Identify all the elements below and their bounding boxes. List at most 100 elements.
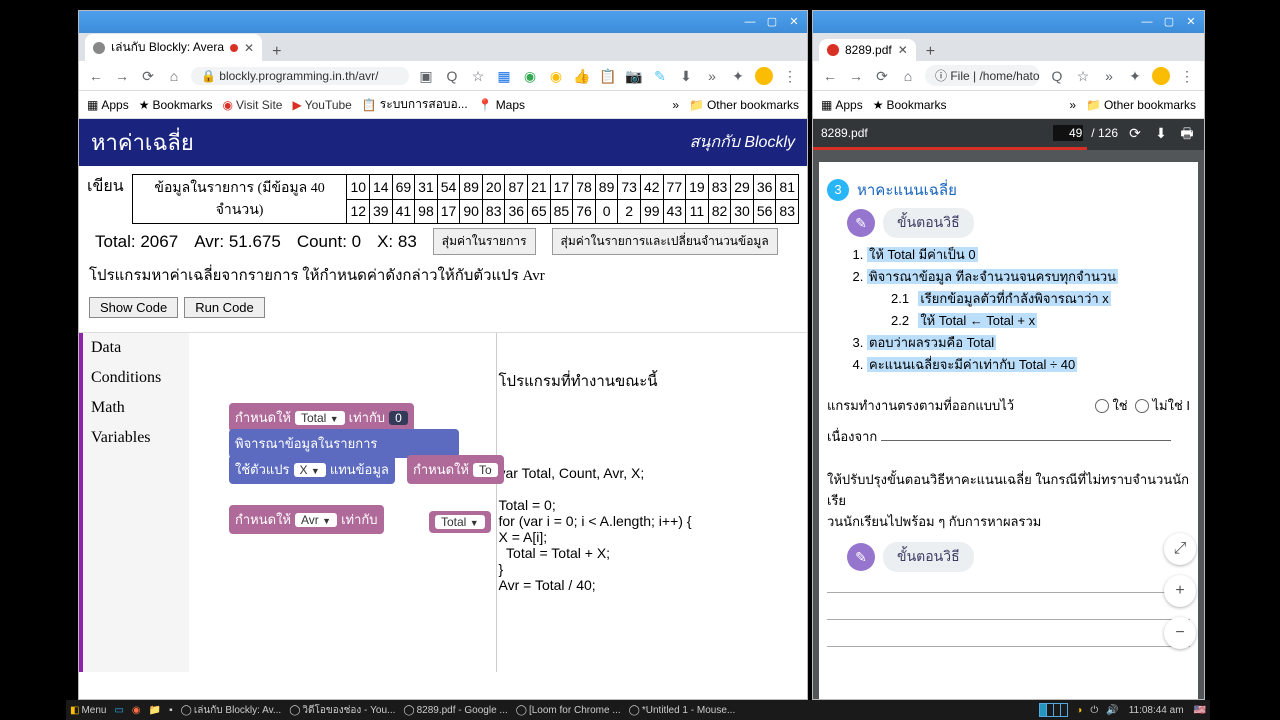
menu-button[interactable]: ◧ Menu: [66, 705, 110, 716]
menu-icon[interactable]: ⋮: [781, 67, 799, 85]
puzzle-icon[interactable]: ✦: [729, 67, 747, 85]
minimize-icon[interactable]: —: [1140, 15, 1154, 29]
cat-conditions[interactable]: Conditions: [83, 363, 189, 393]
bk-bookmarks[interactable]: ★ Bookmarks: [873, 98, 947, 112]
cat-variables[interactable]: Variables: [83, 423, 189, 453]
close-tab-icon[interactable]: ✕: [898, 43, 908, 57]
forward-icon[interactable]: →: [113, 67, 131, 85]
taskbar[interactable]: ◧ Menu ▭ ◉ 📁 ▪ ◯ เล่นกับ Blockly: Av... …: [66, 700, 1210, 720]
cat-data[interactable]: Data: [83, 333, 189, 363]
run-code-button[interactable]: Run Code: [184, 297, 265, 318]
home-icon[interactable]: ⌂: [899, 67, 917, 85]
tb-task-3[interactable]: ◯ 8289.pdf - Google ...: [399, 705, 511, 716]
menu-icon[interactable]: ⋮: [1178, 67, 1196, 85]
block-canvas[interactable]: กำหนดให้Total ▼เท่ากับ0 พิจารณาข้อมูลในร…: [189, 333, 496, 672]
share-icon[interactable]: Q: [443, 67, 461, 85]
close-icon[interactable]: ✕: [787, 15, 801, 29]
tb-task-5[interactable]: ◯ *Untitled 1 - Mouse...: [625, 705, 740, 716]
print-icon[interactable]: 🖶: [1178, 124, 1196, 142]
randomize-button[interactable]: สุ่มค่าในรายการ: [433, 228, 536, 255]
bk-youtube[interactable]: ▶ YouTube: [292, 98, 351, 112]
pdf-page-input[interactable]: [1053, 125, 1083, 141]
back-icon[interactable]: ←: [87, 67, 105, 85]
tb-term-icon[interactable]: ▪: [165, 705, 177, 716]
new-tab-button[interactable]: +: [266, 43, 287, 61]
zoom-out-icon[interactable]: −: [1164, 617, 1196, 649]
maximize-icon[interactable]: ▢: [1162, 15, 1176, 29]
star-icon[interactable]: ☆: [1074, 67, 1092, 85]
show-code-button[interactable]: Show Code: [89, 297, 178, 318]
share-icon[interactable]: Q: [1048, 67, 1066, 85]
pdf-viewport[interactable]: 3 หาคะแนนเฉลี่ย ✎ ขั้นตอนวิธี ให้ Total …: [813, 150, 1204, 699]
tb-flag-icon[interactable]: 🇺🇸: [1190, 705, 1210, 716]
tb-firefox-icon[interactable]: ◉: [128, 705, 145, 716]
ext5-icon[interactable]: 📋: [599, 67, 617, 85]
bk-other[interactable]: 📁 Other bookmarks: [1086, 98, 1196, 112]
radio-no[interactable]: [1135, 399, 1149, 413]
ext3-icon[interactable]: ◉: [547, 67, 565, 85]
minimize-icon[interactable]: —: [743, 15, 757, 29]
bk-chevron[interactable]: »: [672, 98, 679, 112]
block-total-pill[interactable]: Total ▼: [429, 511, 491, 533]
back-icon[interactable]: ←: [821, 67, 839, 85]
puzzle-icon[interactable]: ✦: [1126, 67, 1144, 85]
star-icon[interactable]: ☆: [469, 67, 487, 85]
bk-visit[interactable]: ◉ Visit Site: [223, 98, 283, 112]
tb-files-icon[interactable]: 📁: [145, 705, 165, 716]
fit-icon[interactable]: ⤢: [1164, 533, 1196, 565]
avatar-icon[interactable]: [1152, 67, 1170, 85]
bk-other[interactable]: 📁 Other bookmarks: [689, 98, 799, 112]
camera-icon[interactable]: ▣: [417, 67, 435, 85]
titlebar[interactable]: — ▢ ✕: [79, 11, 807, 33]
tb-task-4[interactable]: ◯ [Loom for Chrome ...: [512, 705, 625, 716]
ext7-icon[interactable]: ✎: [651, 67, 669, 85]
block-set-avr[interactable]: กำหนดให้Avr ▼เท่ากับ: [229, 505, 384, 534]
tb-tray-2[interactable]: ⏻: [1086, 705, 1102, 716]
block-set-total[interactable]: กำหนดให้Total ▼เท่ากับ0: [229, 403, 414, 432]
tb-task-2[interactable]: ◯ วิดีโอของช่อง - You...: [285, 703, 399, 718]
ext6-icon[interactable]: 📷: [625, 67, 643, 85]
ext1-icon[interactable]: ▦: [495, 67, 513, 85]
bk-maps[interactable]: 📍 Maps: [478, 98, 525, 112]
home-icon[interactable]: ⌂: [165, 67, 183, 85]
randomize-resize-button[interactable]: สุ่มค่าในรายการและเปลี่ยนจำนวนข้อมูล: [552, 228, 778, 255]
tb-tray-1[interactable]: ◑: [1072, 705, 1086, 716]
zoom-in-icon[interactable]: +: [1164, 575, 1196, 607]
tb-task-1[interactable]: ◯ เล่นกับ Blockly: Av...: [177, 703, 286, 718]
ext-chevron-icon[interactable]: »: [1100, 67, 1118, 85]
ext4-icon[interactable]: 👍: [573, 67, 591, 85]
tb-clock[interactable]: 11:08:44 am: [1123, 705, 1190, 716]
ext8-icon[interactable]: ⬇: [677, 67, 695, 85]
tb-volume-icon[interactable]: 🔊: [1102, 705, 1122, 716]
radio-yes[interactable]: [1095, 399, 1109, 413]
block-inner-set[interactable]: กำหนดให้To: [407, 455, 504, 484]
avatar-icon[interactable]: [755, 67, 773, 85]
close-tab-icon[interactable]: ✕: [244, 41, 254, 55]
forward-icon[interactable]: →: [847, 67, 865, 85]
bk-apps[interactable]: ▦ Apps: [821, 98, 863, 112]
tb-desktop-icon[interactable]: ▭: [110, 705, 127, 716]
data-table: ข้อมูลในรายการ (มีข้อมูล 40 จำนวน) 10146…: [132, 174, 799, 224]
browser-tab[interactable]: 8289.pdf ✕: [819, 39, 916, 61]
titlebar[interactable]: — ▢ ✕: [813, 11, 1204, 33]
url-input[interactable]: 🔒 blockly.programming.in.th/avr/: [191, 67, 409, 85]
block-foreach[interactable]: พิจารณาข้อมูลในรายการ: [229, 429, 459, 458]
ext2-icon[interactable]: ◉: [521, 67, 539, 85]
cat-math[interactable]: Math: [83, 393, 189, 423]
url-input[interactable]: ⓘ File | /home/hatori/D...: [925, 65, 1040, 86]
tb-workspaces[interactable]: [1036, 703, 1072, 717]
reload-icon[interactable]: ⟳: [873, 67, 891, 85]
rotate-icon[interactable]: ⟳: [1126, 124, 1144, 142]
bk-exam[interactable]: 📋 ระบบการสอบอ...: [362, 95, 468, 114]
download-icon[interactable]: ⬇: [1152, 124, 1170, 142]
bk-chevron[interactable]: »: [1069, 98, 1076, 112]
ext-chevron-icon[interactable]: »: [703, 67, 721, 85]
maximize-icon[interactable]: ▢: [765, 15, 779, 29]
new-tab-button[interactable]: +: [920, 43, 941, 61]
bk-apps[interactable]: ▦ Apps: [87, 98, 129, 112]
close-icon[interactable]: ✕: [1184, 15, 1198, 29]
reload-icon[interactable]: ⟳: [139, 67, 157, 85]
bk-bookmarks[interactable]: ★ Bookmarks: [139, 98, 213, 112]
browser-tab[interactable]: เล่นกับ Blockly: Avera ✕: [85, 34, 262, 61]
block-use-x[interactable]: ใช้ตัวแปรX ▼แทนข้อมูล: [229, 455, 395, 484]
